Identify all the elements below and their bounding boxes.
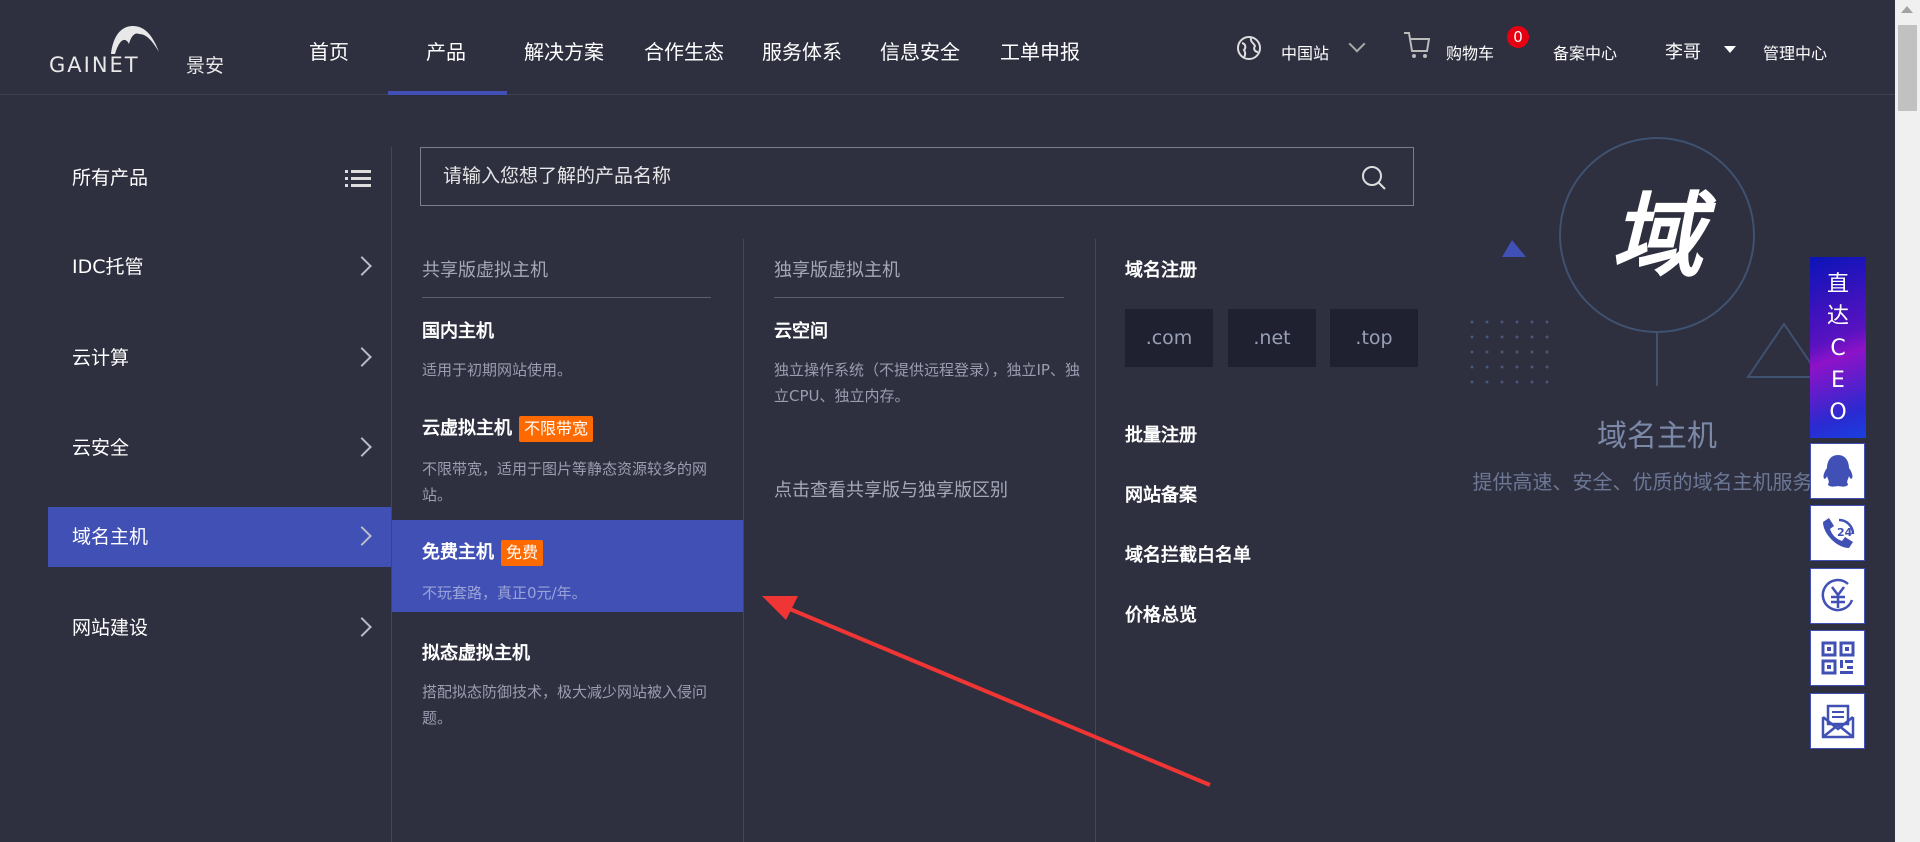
sidebar-item-cloud-computing[interactable]: 云计算 xyxy=(48,328,391,388)
chevron-right-icon xyxy=(352,526,372,546)
sidebar-divider xyxy=(391,147,392,842)
user-menu[interactable]: 李哥 xyxy=(1665,38,1701,64)
svg-text:24: 24 xyxy=(1837,526,1853,539)
divider xyxy=(422,297,711,298)
nav-ecosystem[interactable]: 合作生态 xyxy=(644,36,724,65)
caret-down-icon[interactable] xyxy=(1724,46,1736,53)
domain-whitelist-link[interactable]: 域名拦截白名单 xyxy=(1125,541,1251,567)
admin-center-link[interactable]: 管理中心 xyxy=(1763,40,1827,64)
chevron-right-icon xyxy=(352,347,372,367)
phone-24h-icon: 24 xyxy=(1822,518,1854,548)
product-cloud-space[interactable]: 云空间 xyxy=(774,317,828,343)
tld-net-button[interactable]: .net xyxy=(1228,309,1316,367)
bulk-registration-link[interactable]: 批量注册 xyxy=(1125,421,1197,447)
hotline-24h-button[interactable]: 24 xyxy=(1810,505,1865,561)
chevron-right-icon xyxy=(352,437,372,457)
product-title: 免费主机 xyxy=(422,542,494,563)
nav-home[interactable]: 首页 xyxy=(309,36,349,65)
column-divider xyxy=(743,239,744,842)
nav-ticket[interactable]: 工单申报 xyxy=(1000,36,1080,65)
sidebar-item-website-building[interactable]: 网站建设 xyxy=(48,598,391,658)
scroll-up-arrow-icon[interactable] xyxy=(1901,6,1913,13)
compare-link[interactable]: 点击查看共享版与独享版区别 xyxy=(774,478,1008,504)
qq-icon xyxy=(1823,455,1852,487)
message-button[interactable] xyxy=(1810,693,1865,749)
column-divider xyxy=(1095,239,1096,842)
free-tag: 免费 xyxy=(501,540,544,566)
product-mimic-virtual-hosting[interactable]: 拟态虚拟主机 xyxy=(422,639,530,665)
globe-icon[interactable] xyxy=(1236,35,1262,61)
tld-top-button[interactable]: .top xyxy=(1330,309,1418,367)
product-desc: 搭配拟态防御技术，极大减少网站被入侵问题。 xyxy=(422,683,708,727)
dedicated-hosting-header: 独享版虚拟主机 xyxy=(774,260,900,281)
sidebar-all-products[interactable]: 所有产品 xyxy=(48,148,391,208)
product-desc: 适用于初期网站使用。 xyxy=(422,361,573,379)
domain-registration-link[interactable]: 域名注册 xyxy=(1125,256,1197,282)
sidebar-item-label: 网站建设 xyxy=(72,617,149,639)
nav-services[interactable]: 服务体系 xyxy=(762,36,842,65)
website-beian-link[interactable]: 网站备案 xyxy=(1125,481,1197,507)
yuan-icon xyxy=(1821,578,1853,612)
sidebar-item-label: IDC托管 xyxy=(72,256,144,278)
product-free-hosting[interactable]: 免费主机 免费 xyxy=(422,538,544,566)
triangle-icon xyxy=(1502,240,1526,257)
nav-security[interactable]: 信息安全 xyxy=(880,36,960,65)
unlimited-bandwidth-tag: 不限带宽 xyxy=(519,416,594,442)
feature-glyph: 域 xyxy=(1610,182,1703,290)
ceo-label: 直达CEO xyxy=(1826,272,1849,425)
beian-center-link[interactable]: 备案中心 xyxy=(1553,40,1617,64)
logo[interactable]: GAINET 景安 xyxy=(49,22,239,77)
price-overview-link[interactable]: 价格总览 xyxy=(1125,601,1197,627)
scrollbar-thumb[interactable] xyxy=(1898,25,1917,111)
sidebar-item-idc[interactable]: IDC托管 xyxy=(48,237,391,297)
top-header: GAINET 景安 首页 产品 解决方案 合作生态 服务体系 信息安全 工单申报… xyxy=(0,0,1895,95)
shared-hosting-header: 共享版虚拟主机 xyxy=(422,260,548,281)
list-icon[interactable] xyxy=(345,169,371,187)
sidebar-item-cloud-security[interactable]: 云安全 xyxy=(48,418,391,478)
cart-icon[interactable] xyxy=(1402,30,1432,60)
search-placeholder: 请输入您想了解的产品名称 xyxy=(443,165,672,187)
pricing-button[interactable] xyxy=(1810,568,1865,624)
nav-products[interactable]: 产品 xyxy=(426,36,466,65)
scrollbar[interactable] xyxy=(1895,0,1920,842)
product-title: 云虚拟主机 xyxy=(422,418,512,439)
qr-code-button[interactable] xyxy=(1810,630,1865,686)
product-desc: 独立操作系统（不提供远程登录），独立IP、独立CPU、独立内存。 xyxy=(774,361,1080,405)
cart-link[interactable]: 购物车 xyxy=(1446,40,1494,64)
svg-text:GAINET: GAINET xyxy=(49,53,140,76)
product-desc: 不玩套路，真正0元/年。 xyxy=(422,584,587,602)
qq-button[interactable] xyxy=(1810,443,1865,499)
cart-count-badge: 0 xyxy=(1507,26,1529,48)
chevron-right-icon xyxy=(352,256,372,276)
search-icon[interactable] xyxy=(1361,165,1387,191)
product-search-input[interactable]: 请输入您想了解的产品名称 xyxy=(420,147,1414,206)
product-cloud-virtual-hosting[interactable]: 云虚拟主机 不限带宽 xyxy=(422,414,594,442)
svg-text:景安: 景安 xyxy=(186,55,224,76)
nav-solutions[interactable]: 解决方案 xyxy=(524,36,604,65)
product-desc: 不限带宽，适用于图片等静态资源较多的网站。 xyxy=(422,460,708,504)
chevron-down-icon[interactable] xyxy=(1348,35,1366,53)
chevron-right-icon xyxy=(352,617,372,637)
product-domestic-hosting[interactable]: 国内主机 xyxy=(422,317,494,343)
tld-com-button[interactable]: .com xyxy=(1125,309,1213,367)
sidebar-item-domain-hosting[interactable]: 域名主机 xyxy=(48,507,391,567)
dot-grid xyxy=(1470,320,1549,384)
qr-code-icon xyxy=(1821,641,1854,675)
sidebar-item-label: 域名主机 xyxy=(72,526,149,548)
logo-swoosh-icon: GAINET 景安 xyxy=(49,26,224,77)
site-selector[interactable]: 中国站 xyxy=(1281,40,1329,64)
sidebar-item-label: 云安全 xyxy=(72,437,130,459)
divider xyxy=(774,297,1064,298)
direct-ceo-button[interactable]: 直达CEO xyxy=(1810,257,1866,438)
mail-icon xyxy=(1821,704,1854,739)
sidebar-item-label: 所有产品 xyxy=(72,167,149,189)
active-nav-indicator xyxy=(388,91,507,95)
feature-title: 域名主机 xyxy=(1597,419,1717,454)
feature-subtitle: 提供高速、安全、优质的域名主机服务 xyxy=(1472,470,1813,494)
sidebar-item-label: 云计算 xyxy=(72,347,130,369)
